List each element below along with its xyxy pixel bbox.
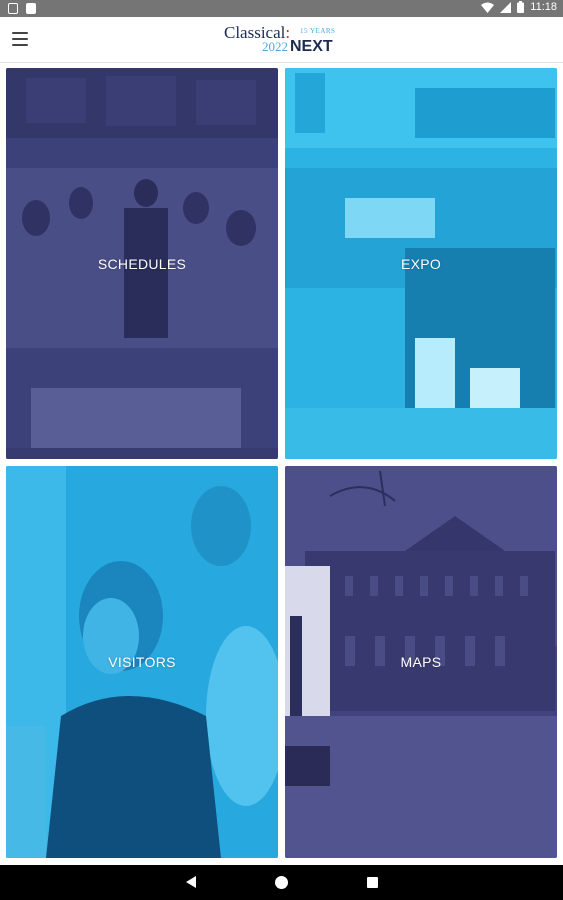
logo-years-text: 15 YEARS xyxy=(300,27,336,35)
battery-icon xyxy=(517,1,525,13)
visitors-label: VISITORS xyxy=(108,654,176,670)
schedules-label: SCHEDULES xyxy=(97,255,187,272)
home-tile-grid: SCHEDULES EXPO VISITORS MAPS xyxy=(6,68,557,858)
classical-next-logo: Classical: 15 YEARS 2022 NEXT xyxy=(224,23,346,57)
logo-year-text: 2022 xyxy=(262,39,288,54)
logo-next-text: NEXT xyxy=(290,38,333,55)
schedules-tile[interactable]: SCHEDULES xyxy=(6,68,278,459)
back-icon[interactable] xyxy=(186,876,196,888)
status-notifications xyxy=(8,3,36,14)
maps-tile[interactable]: MAPS xyxy=(285,466,557,858)
system-nav-bar xyxy=(0,865,563,900)
hamburger-menu-icon[interactable] xyxy=(12,32,28,46)
app-bar: Classical: 15 YEARS 2022 NEXT xyxy=(0,17,563,63)
status-bar: 11:18 xyxy=(0,0,563,17)
notification-square-icon xyxy=(8,3,18,14)
home-icon[interactable] xyxy=(275,876,288,889)
status-time: 11:18 xyxy=(530,1,557,13)
visitors-tile[interactable]: VISITORS xyxy=(6,466,278,858)
status-system: 11:18 xyxy=(481,1,557,13)
notification-doc-icon xyxy=(26,3,36,14)
recents-icon[interactable] xyxy=(367,877,378,888)
signal-icon xyxy=(500,1,512,13)
wifi-icon xyxy=(481,2,495,13)
expo-tile[interactable]: EXPO xyxy=(285,68,557,459)
maps-label: MAPS xyxy=(400,654,442,670)
expo-label: EXPO xyxy=(400,255,442,272)
